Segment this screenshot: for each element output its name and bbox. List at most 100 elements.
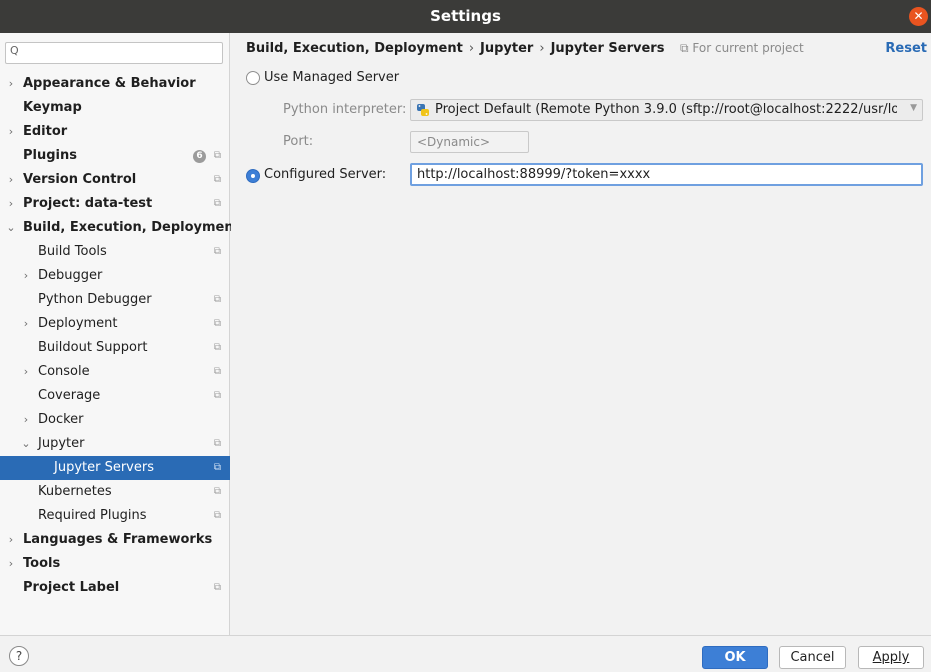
project-scope-icon: ⧉ <box>213 510 221 521</box>
chevron-right-icon[interactable]: › <box>20 264 32 288</box>
breadcrumb: Build, Execution, Deployment › Jupyter › Jup… <box>246 41 664 56</box>
chevron-right-icon[interactable]: › <box>5 528 17 552</box>
configured-server-radio[interactable] <box>246 169 260 183</box>
sidebar-item[interactable]: › Project: data-test ⧉ <box>0 192 230 216</box>
sidebar-item[interactable]: › Editor <box>0 120 230 144</box>
dialog-footer: ? OK Cancel Apply <box>0 635 931 672</box>
cancel-button[interactable]: Cancel <box>779 646 846 669</box>
sidebar-item[interactable]: ⌄ Build, Execution, Deployment <box>0 216 239 240</box>
sidebar-item-label: Project Label <box>23 580 120 595</box>
sidebar-item[interactable]: › Deployment ⧉ <box>0 312 230 336</box>
project-scope-icon: ⧉ <box>213 174 221 185</box>
sidebar-item[interactable]: › Console ⧉ <box>0 360 230 384</box>
project-scope-icon: ⧉ <box>213 294 221 305</box>
breadcrumb-part: Jupyter Servers <box>550 41 665 56</box>
sidebar-item-label: Python Debugger <box>38 292 152 307</box>
sidebar-item[interactable]: Python Debugger ⧉ <box>0 288 230 312</box>
project-scope-icon: ⧉ <box>213 486 221 497</box>
reset-link[interactable]: Reset <box>885 41 927 56</box>
sidebar-item[interactable]: › Appearance & Behavior <box>0 72 230 96</box>
project-scope-icon: ⧉ <box>213 366 221 377</box>
window-title: Settings <box>430 7 501 25</box>
sidebar-item[interactable]: › Docker <box>0 408 230 432</box>
breadcrumb-separator: › <box>539 41 545 56</box>
scope-note: ⧉ For current project <box>680 41 804 56</box>
configured-server-url-field[interactable]: http://localhost:88999/?token=xxxx <box>410 163 923 186</box>
sidebar-item-label: Version Control <box>23 172 137 187</box>
managed-server-radio[interactable] <box>246 71 260 85</box>
sidebar-item[interactable]: Kubernetes ⧉ <box>0 480 230 504</box>
chevron-right-icon[interactable]: › <box>5 120 17 144</box>
sidebar-item-label: Editor <box>23 124 68 139</box>
chevron-right-icon[interactable]: › <box>20 408 32 432</box>
chevron-right-icon[interactable]: › <box>5 168 17 192</box>
sidebar-item-label: Jupyter <box>38 436 85 451</box>
sidebar-item-label: Keymap <box>23 100 82 115</box>
sidebar-item-label: Docker <box>38 412 84 427</box>
apply-button-label: Apply <box>872 650 910 665</box>
sidebar-item-label: Plugins <box>23 148 77 163</box>
project-scope-icon: ⧉ <box>213 438 221 449</box>
project-scope-icon: ⧉ <box>213 342 221 353</box>
project-scope-icon: ⧉ <box>213 462 221 473</box>
search-input[interactable] <box>26 45 216 61</box>
sidebar-item-label: Buildout Support <box>38 340 148 355</box>
project-scope-icon: ⧉ <box>213 390 221 401</box>
sidebar-item-label: Coverage <box>38 388 101 403</box>
sidebar-item-label: Project: data-test <box>23 196 153 211</box>
sidebar-item[interactable]: › Languages & Frameworks <box>0 528 230 552</box>
project-scope-icon: ⧉ <box>213 582 221 593</box>
managed-server-label[interactable]: Use Managed Server <box>264 70 399 85</box>
help-icon[interactable]: ? <box>9 646 29 666</box>
python-interpreter-select[interactable]: Project Default (Remote Python 3.9.0 (sf… <box>410 99 923 121</box>
sidebar-item-label: Tools <box>23 556 61 571</box>
configured-server-label[interactable]: Configured Server: <box>264 167 386 182</box>
project-scope-icon: ⧉ <box>213 150 221 161</box>
sidebar-item[interactable]: Keymap <box>0 96 230 120</box>
breadcrumb-separator: › <box>468 41 475 56</box>
sidebar-item-label: Appearance & Behavior <box>23 76 196 91</box>
settings-content: Build, Execution, Deployment › Jupyter › Jup… <box>231 33 931 635</box>
sidebar-item-label: Jupyter Servers <box>54 460 154 475</box>
project-scope-icon: ⧉ <box>680 41 689 55</box>
apply-button[interactable]: Apply <box>858 646 924 669</box>
sidebar-item[interactable]: Project Label ⧉ <box>0 576 230 600</box>
sidebar-item[interactable]: Buildout Support ⧉ <box>0 336 230 360</box>
chevron-down-icon[interactable]: ⌄ <box>5 216 17 240</box>
project-scope-icon: ⧉ <box>213 246 221 257</box>
sidebar-item[interactable]: Build Tools ⧉ <box>0 240 230 264</box>
search-icon: Q <box>10 44 19 57</box>
window-titlebar: Settings ✕ <box>0 0 931 33</box>
sidebar-item[interactable]: › Debugger <box>0 264 230 288</box>
close-icon[interactable]: ✕ <box>909 7 928 26</box>
sidebar-item[interactable]: › Version Control ⧉ <box>0 168 230 192</box>
chevron-right-icon[interactable]: › <box>5 552 17 576</box>
port-field: <Dynamic> <box>410 131 529 153</box>
chevron-right-icon[interactable]: › <box>5 72 17 96</box>
breadcrumb-part: Jupyter <box>480 41 534 56</box>
sidebar-item[interactable]: Coverage ⧉ <box>0 384 230 408</box>
sidebar-item[interactable]: Jupyter Servers ⧉ <box>0 456 230 480</box>
chevron-right-icon[interactable]: › <box>20 360 32 384</box>
sidebar-item[interactable]: › Tools <box>0 552 230 576</box>
sidebar-item-label: Build, Execution, Deployment <box>23 220 240 235</box>
chevron-right-icon[interactable]: › <box>5 192 17 216</box>
chevron-down-icon[interactable]: ⌄ <box>20 432 32 456</box>
settings-search[interactable]: Q <box>5 42 223 64</box>
python-interpreter-label: Python interpreter: <box>283 102 407 117</box>
sidebar-item-label: Required Plugins <box>38 508 147 523</box>
settings-sidebar: Q › Appearance & Behavior Keymap › Editor Plu… <box>0 33 240 635</box>
project-scope-icon: ⧉ <box>213 318 221 329</box>
sidebar-item-label: Languages & Frameworks <box>23 532 213 547</box>
ok-button[interactable]: OK <box>702 646 768 669</box>
sidebar-item[interactable]: ⌄ Jupyter ⧉ <box>0 432 230 456</box>
chevron-right-icon[interactable]: › <box>20 312 32 336</box>
settings-tree: › Appearance & Behavior Keymap › Editor Plugi… <box>0 72 240 600</box>
scope-note-label: For current project <box>692 41 804 55</box>
sidebar-item[interactable]: Required Plugins ⧉ <box>0 504 230 528</box>
sidebar-item[interactable]: Plugins 6 ⧉ <box>0 144 230 168</box>
sidebar-item-label: Build Tools <box>38 244 107 259</box>
chevron-down-icon[interactable]: ▼ <box>910 103 917 113</box>
sidebar-item-label: Deployment <box>38 316 118 331</box>
python-interpreter-value: Project Default (Remote Python 3.9.0 (sf… <box>435 102 897 117</box>
